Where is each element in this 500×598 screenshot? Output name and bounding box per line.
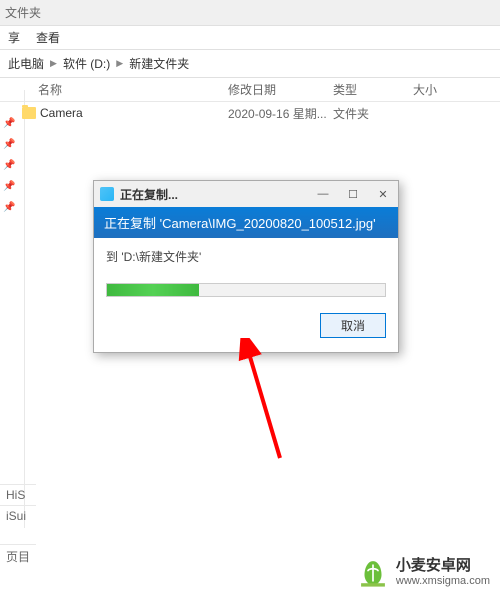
watermark-title: 小麦安卓网 — [396, 557, 490, 575]
col-type[interactable]: 类型 — [333, 81, 413, 98]
dialog-titlebar[interactable]: 正在复制... — ☐ ✕ — [94, 181, 398, 207]
maximize-button[interactable]: ☐ — [338, 183, 368, 205]
toolbar: 享 查看 — [0, 26, 500, 50]
chevron-right-icon: ▶ — [116, 58, 123, 69]
progress-fill — [107, 284, 199, 296]
watermark: 小麦安卓网 www.xmsigma.com — [356, 556, 490, 590]
file-date: 2020-09-16 星期... — [228, 105, 333, 122]
cancel-button[interactable]: 取消 — [320, 313, 386, 338]
pin-icon[interactable]: 📌 — [3, 139, 15, 150]
column-headers: 名称 修改日期 类型 大小 — [0, 78, 500, 102]
list-item[interactable]: iSui — [0, 505, 36, 526]
watermark-url: www.xmsigma.com — [396, 575, 490, 588]
table-row[interactable]: Camera 2020-09-16 星期... 文件夹 — [0, 102, 500, 124]
chevron-right-icon: ▶ — [50, 58, 57, 69]
progress-bar — [106, 283, 386, 297]
pin-list: 📌 📌 📌 📌 📌 — [3, 118, 15, 223]
pin-icon[interactable]: 📌 — [3, 160, 15, 171]
dialog-destination: 到 'D:\新建文件夹' — [106, 248, 386, 265]
breadcrumb[interactable]: 此电脑 ▶ 软件 (D:) ▶ 新建文件夹 — [0, 50, 500, 78]
annotation-arrow-icon — [170, 338, 300, 468]
divider — [24, 90, 25, 528]
breadcrumb-item[interactable]: 新建文件夹 — [129, 55, 189, 72]
col-date[interactable]: 修改日期 — [228, 81, 333, 98]
toolbar-view[interactable]: 查看 — [36, 29, 60, 46]
list-item[interactable]: 页目 — [0, 544, 36, 568]
close-button[interactable]: ✕ — [368, 183, 398, 205]
minimize-button[interactable]: — — [308, 183, 338, 205]
breadcrumb-item[interactable]: 软件 (D:) — [63, 55, 110, 72]
file-name: Camera — [40, 106, 228, 120]
title-strip-label: 文件夹 — [5, 4, 41, 21]
list-item[interactable]: HiS — [0, 484, 36, 505]
title-strip: 文件夹 — [0, 0, 500, 26]
dialog-title: 正在复制... — [120, 186, 308, 203]
col-size[interactable]: 大小 — [413, 81, 473, 98]
copy-icon — [100, 187, 114, 201]
copy-dialog: 正在复制... — ☐ ✕ 正在复制 'Camera\IMG_20200820_… — [93, 180, 399, 353]
pin-icon[interactable]: 📌 — [3, 202, 15, 213]
pin-icon[interactable]: 📌 — [3, 118, 15, 129]
pin-icon[interactable]: 📌 — [3, 181, 15, 192]
bottom-left-list: HiS iSui 页目 — [0, 484, 36, 568]
breadcrumb-item[interactable]: 此电脑 — [8, 55, 44, 72]
dialog-banner: 正在复制 'Camera\IMG_20200820_100512.jpg' — [94, 207, 398, 238]
folder-icon — [22, 107, 36, 119]
logo-icon — [356, 556, 390, 590]
file-type: 文件夹 — [333, 105, 413, 122]
col-name[interactable]: 名称 — [38, 81, 228, 98]
toolbar-share[interactable]: 享 — [8, 29, 20, 46]
